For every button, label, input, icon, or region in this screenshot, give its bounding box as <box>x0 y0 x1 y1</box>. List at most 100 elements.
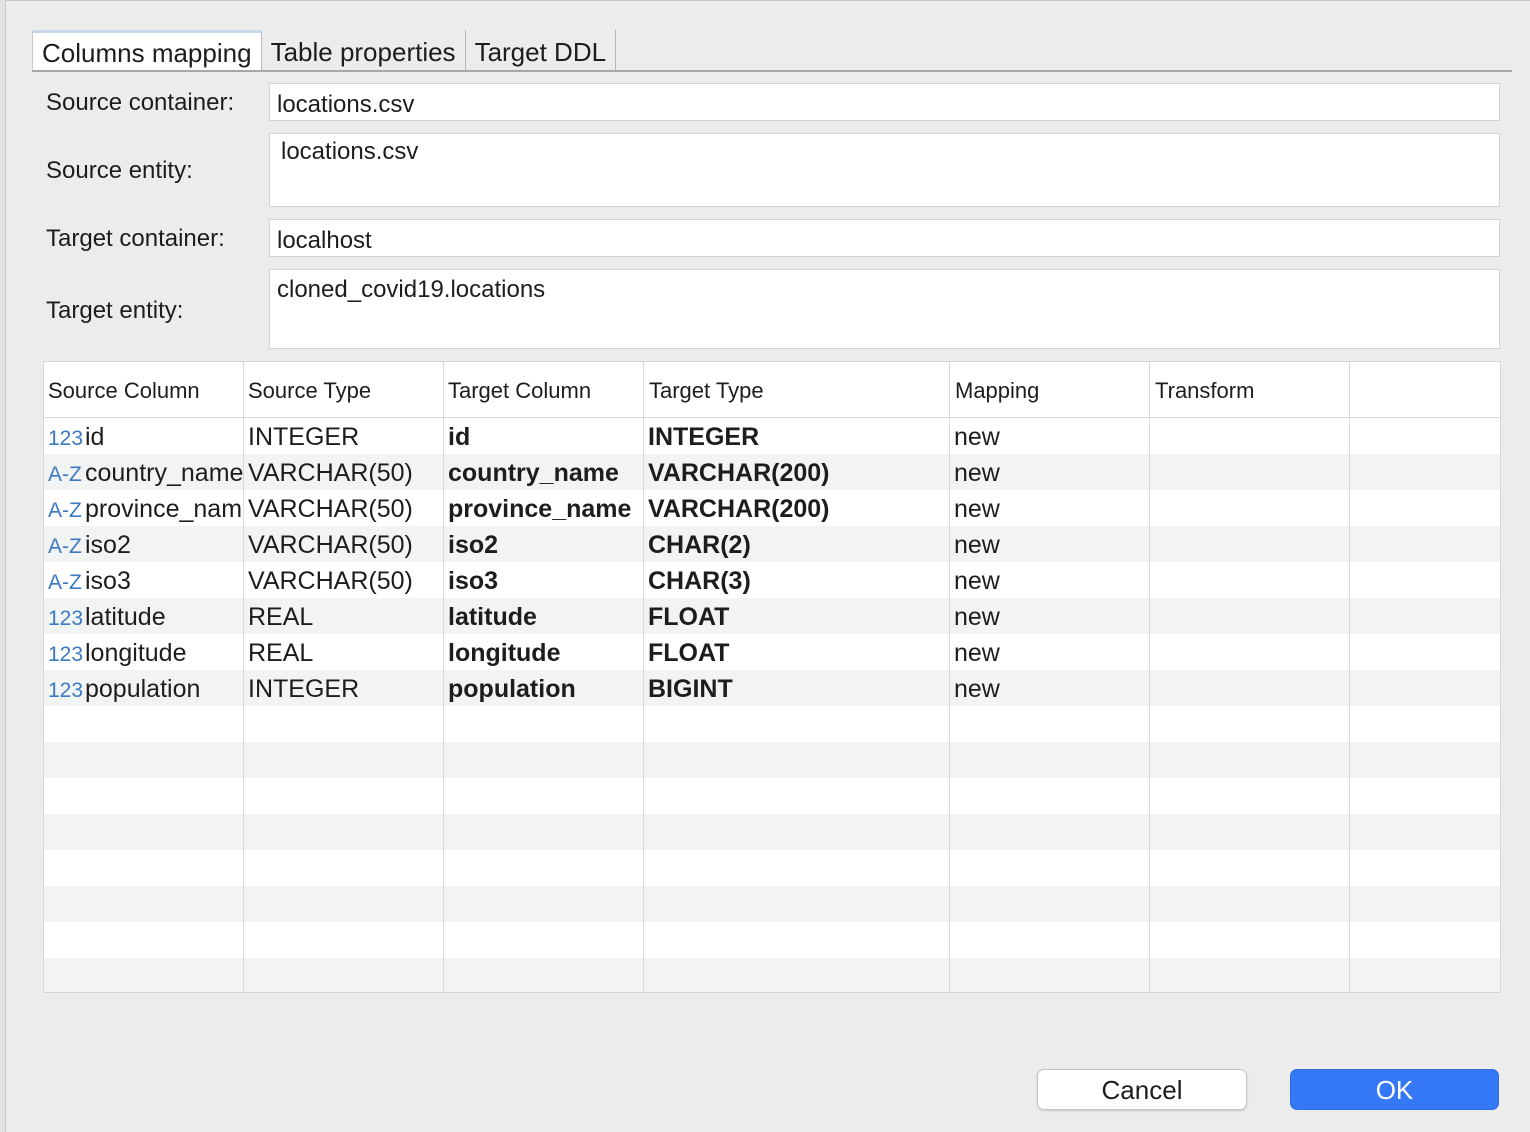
header-source-type[interactable]: Source Type <box>244 362 444 418</box>
table-row[interactable]: A-Z country_name VARCHAR(50) country_name… <box>44 454 1500 490</box>
target-column-cell[interactable]: iso3 <box>444 562 644 598</box>
target-type-cell[interactable]: CHAR(2) <box>644 526 950 562</box>
target-column-cell[interactable]: province_name <box>444 490 644 526</box>
source-type-cell: REAL <box>248 639 314 667</box>
table-row[interactable]: A-Z province_name VARCHAR(50) province_na… <box>44 490 1500 526</box>
number-type-icon: 123 <box>48 607 84 630</box>
table-row[interactable]: A-Z iso3 VARCHAR(50) iso3 CHAR(3) new <box>44 562 1500 598</box>
source-column-cell: population <box>85 675 201 703</box>
target-entity-field[interactable]: cloned_covid19.locations <box>269 269 1500 349</box>
source-type-cell: INTEGER <box>248 423 360 451</box>
column-divider <box>443 418 444 992</box>
column-divider <box>643 418 644 992</box>
empty-row <box>44 742 1500 778</box>
source-type-cell: VARCHAR(50) <box>248 459 413 487</box>
transform-cell[interactable] <box>1150 526 1350 562</box>
target-column-cell[interactable]: country_name <box>444 454 644 490</box>
empty-row <box>44 886 1500 922</box>
target-type-cell[interactable]: FLOAT <box>644 598 950 634</box>
tab-baseline <box>32 70 1512 72</box>
empty-row <box>44 922 1500 958</box>
transform-cell[interactable] <box>1150 490 1350 526</box>
source-column-cell: iso2 <box>85 531 131 559</box>
string-type-icon: A-Z <box>48 535 82 558</box>
target-container-field[interactable]: localhost <box>269 219 1500 257</box>
transform-cell[interactable] <box>1150 418 1350 454</box>
window-edge <box>0 0 6 1132</box>
source-column-cell: latitude <box>85 603 166 631</box>
number-type-icon: 123 <box>48 427 84 450</box>
source-type-cell: VARCHAR(50) <box>248 567 413 595</box>
number-type-icon: 123 <box>48 643 84 666</box>
source-column-cell: province_name <box>85 495 244 523</box>
tab-bar: Columns mapping Table properties Target … <box>32 30 617 71</box>
table-row[interactable]: 123longitude REAL longitude FLOAT new <box>44 634 1500 670</box>
header-source-column[interactable]: Source Column <box>44 362 244 418</box>
target-entity-label: Target entity: <box>46 297 184 324</box>
target-column-cell[interactable]: longitude <box>444 634 644 670</box>
source-type-cell: INTEGER <box>248 675 360 703</box>
table-row[interactable]: 123id INTEGER id INTEGER new <box>44 418 1500 454</box>
source-column-cell: country_name <box>85 459 244 487</box>
column-divider <box>1349 418 1350 992</box>
source-container-label: Source container: <box>46 89 235 116</box>
target-column-cell[interactable]: population <box>444 670 644 706</box>
target-type-cell[interactable]: BIGINT <box>644 670 950 706</box>
target-type-cell[interactable]: VARCHAR(200) <box>644 490 950 526</box>
table-row[interactable]: A-Z iso2 VARCHAR(50) iso2 CHAR(2) new <box>44 526 1500 562</box>
table-row[interactable]: 123population INTEGER population BIGINT … <box>44 670 1500 706</box>
column-divider <box>243 418 244 992</box>
target-column-cell[interactable]: latitude <box>444 598 644 634</box>
target-type-cell[interactable]: INTEGER <box>644 418 950 454</box>
source-type-cell: REAL <box>248 603 314 631</box>
target-type-cell[interactable]: FLOAT <box>644 634 950 670</box>
table-row[interactable]: 123latitude REAL latitude FLOAT new <box>44 598 1500 634</box>
mapping-cell[interactable]: new <box>950 670 1150 706</box>
empty-row <box>44 706 1500 742</box>
tab-columns-mapping[interactable]: Columns mapping <box>32 30 262 70</box>
target-type-cell[interactable]: VARCHAR(200) <box>644 454 950 490</box>
string-type-icon: A-Z <box>48 571 82 594</box>
target-column-cell[interactable]: iso2 <box>444 526 644 562</box>
mapping-cell[interactable]: new <box>950 454 1150 490</box>
target-column-cell[interactable]: id <box>444 418 644 454</box>
header-target-type[interactable]: Target Type <box>644 362 950 418</box>
source-type-cell: VARCHAR(50) <box>248 531 413 559</box>
mapping-cell[interactable]: new <box>950 418 1150 454</box>
source-entity-label: Source entity: <box>46 157 193 184</box>
source-entity-field[interactable]: locations.csv <box>269 133 1500 207</box>
column-divider <box>1149 418 1150 992</box>
mapping-cell[interactable]: new <box>950 562 1150 598</box>
target-container-label: Target container: <box>46 225 225 252</box>
source-type-cell: VARCHAR(50) <box>248 495 413 523</box>
empty-row <box>44 778 1500 814</box>
mapping-cell[interactable]: new <box>950 490 1150 526</box>
source-container-field[interactable]: locations.csv <box>269 83 1500 121</box>
transform-cell[interactable] <box>1150 454 1350 490</box>
column-divider <box>949 418 950 992</box>
grid-header: Source Column Source Type Target Column … <box>44 362 1500 418</box>
mapping-cell[interactable]: new <box>950 634 1150 670</box>
mapping-cell[interactable]: new <box>950 526 1150 562</box>
cancel-button[interactable]: Cancel <box>1037 1069 1247 1110</box>
source-column-cell: iso3 <box>85 567 131 595</box>
tab-target-ddl[interactable]: Target DDL <box>466 30 617 70</box>
transform-cell[interactable] <box>1150 670 1350 706</box>
string-type-icon: A-Z <box>48 499 82 522</box>
source-column-cell: longitude <box>85 639 187 667</box>
top-divider <box>5 0 1530 1</box>
transform-cell[interactable] <box>1150 634 1350 670</box>
ok-button[interactable]: OK <box>1290 1069 1499 1110</box>
header-target-column[interactable]: Target Column <box>444 362 644 418</box>
target-type-cell[interactable]: CHAR(3) <box>644 562 950 598</box>
tab-table-properties[interactable]: Table properties <box>262 30 466 70</box>
columns-mapping-grid: Source Column Source Type Target Column … <box>43 361 1501 993</box>
transform-cell[interactable] <box>1150 598 1350 634</box>
header-mapping[interactable]: Mapping <box>950 362 1150 418</box>
header-transform[interactable]: Transform <box>1150 362 1350 418</box>
empty-row <box>44 850 1500 886</box>
transform-cell[interactable] <box>1150 562 1350 598</box>
mapping-cell[interactable]: new <box>950 598 1150 634</box>
source-column-cell: id <box>85 423 105 451</box>
empty-row <box>44 814 1500 850</box>
